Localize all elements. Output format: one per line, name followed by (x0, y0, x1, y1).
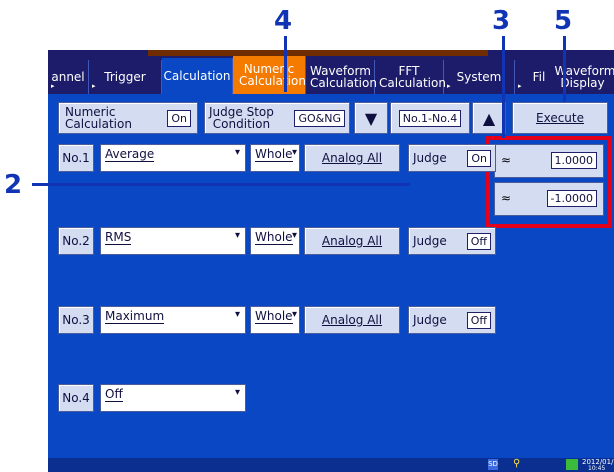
tab-waveform-display[interactable]: Waveform Display (551, 60, 614, 94)
lower-limit-field[interactable]: ≈ -1.0000 (494, 182, 604, 216)
tab-numeric-calculation[interactable]: Numeric Calculation (233, 56, 306, 94)
channel-value: Analog All (321, 234, 383, 248)
row-4-no: No.4 (58, 384, 94, 412)
judge-value: Off (466, 311, 491, 329)
range-display: No.1-No.4 (390, 102, 470, 134)
callout-2: 2 (4, 170, 23, 200)
row-2-no: No.2 (58, 227, 94, 255)
sd-card-icon: SD (488, 459, 498, 470)
upper-limit-value: 1.0000 (550, 152, 597, 169)
tab-channel[interactable]: annel ▸ (48, 60, 89, 94)
row-2-judge-toggle[interactable]: Judge Off (408, 227, 496, 255)
chevron-down-icon: ▾ (291, 147, 297, 158)
instrument-screen: annel ▸ Trigger ▸ Calculation Numeric Calc… (48, 50, 614, 472)
channel-value: Analog All (321, 313, 383, 327)
row-number: No.4 (62, 391, 90, 405)
judge-label: Judge (413, 313, 447, 327)
row-4-calculation-select[interactable]: Off ▾ (100, 384, 246, 412)
judge-value: Off (466, 232, 491, 250)
tab-fft-calculation[interactable]: FFT Calculation (375, 60, 446, 94)
judge-stop-condition-value: GO&NG (294, 109, 345, 127)
row-1-no: No.1 (58, 144, 94, 172)
row-3-no: No.3 (58, 306, 94, 334)
judge-label: Judge (413, 234, 447, 248)
lower-limit-value: -1.0000 (546, 190, 597, 207)
callout-line-2 (32, 183, 410, 186)
tab-bar: annel ▸ Trigger ▸ Calculation Numeric Calc… (48, 50, 614, 94)
calculation-value: Maximum (105, 309, 165, 324)
calculation-value: Average (105, 147, 155, 162)
row-number: No.1 (62, 151, 90, 165)
row-1-calculation-select[interactable]: Average ▾ (100, 144, 246, 172)
row-2-range-select[interactable]: Whole ▾ (250, 227, 300, 255)
chevron-down-icon: ▾ (234, 309, 240, 320)
upper-limit-field[interactable]: ≈ 1.0000 (494, 144, 604, 178)
range-value: Whole (255, 147, 293, 162)
numeric-calculation-label: Numeric Calculation (65, 105, 132, 131)
tab-label: Calculation (163, 69, 231, 83)
row-2-channel-button[interactable]: Analog All (304, 227, 400, 255)
numeric-calculation-value: On (167, 109, 191, 127)
tab-label: System (456, 70, 502, 84)
tab-label: Fil (532, 70, 546, 84)
judge-label: Judge (413, 151, 447, 165)
execute-label: Execute (536, 111, 584, 125)
usb-icon: ⚲ (513, 458, 521, 469)
calculation-value: RMS (105, 230, 132, 245)
range-value: Whole (255, 230, 293, 245)
status-bar: SD ⚲ 2012/01/27 10:45 (48, 458, 614, 472)
tab-calculation[interactable]: Calculation (162, 58, 233, 94)
range-value: Whole (255, 309, 293, 324)
tab-label: annel (51, 70, 85, 84)
tab-label: FFT Calculation (379, 64, 446, 90)
channel-value: Analog All (321, 151, 383, 165)
tab-waveform-calculation[interactable]: Waveform Calculation (306, 60, 377, 94)
execute-button[interactable]: Execute (512, 102, 608, 134)
range-value: No.1-No.4 (398, 109, 462, 127)
judge-stop-condition-label: Judge Stop Condition (209, 105, 274, 131)
triangle-down-icon: ▼ (364, 108, 378, 128)
power-icon (566, 459, 578, 470)
numeric-calculation-toggle[interactable]: Numeric Calculation On (58, 102, 198, 134)
callout-5: 5 (554, 6, 573, 36)
row-3-calculation-select[interactable]: Maximum ▾ (100, 306, 246, 334)
row-3-channel-button[interactable]: Analog All (304, 306, 400, 334)
judge-stop-condition-dropdown[interactable]: Judge Stop Condition GO&NG (204, 102, 350, 134)
tab-label: Numeric Calculation (239, 62, 306, 88)
status-time: 10:45 (588, 465, 606, 472)
lower-limit-icon: ≈ (501, 191, 512, 205)
tab-label: Waveform Calculation (310, 64, 377, 90)
row-1-channel-button[interactable]: Analog All (304, 144, 400, 172)
callout-line-5 (563, 36, 566, 102)
row-number: No.2 (62, 234, 90, 248)
row-1-range-select[interactable]: Whole ▾ (250, 144, 300, 172)
chevron-down-icon: ▾ (234, 147, 240, 158)
judge-value: On (467, 149, 491, 167)
row-3-range-select[interactable]: Whole ▾ (250, 306, 300, 334)
chevron-down-icon: ▾ (291, 309, 297, 320)
chevron-down-icon: ▾ (291, 230, 297, 241)
callout-3: 3 (492, 6, 511, 36)
callout-line-4 (284, 36, 287, 92)
scroll-up-button[interactable]: ▲ (472, 102, 506, 134)
chevron-down-icon: ▾ (234, 387, 240, 398)
triangle-up-icon: ▲ (482, 108, 496, 128)
chevron-down-icon: ▾ (234, 230, 240, 241)
tab-trigger[interactable]: Trigger ▸ (89, 60, 162, 94)
calculation-value: Off (105, 387, 123, 402)
row-number: No.3 (62, 313, 90, 327)
scroll-down-button[interactable]: ▼ (354, 102, 388, 134)
row-1-judge-toggle[interactable]: Judge On (408, 144, 496, 172)
row-3-judge-toggle[interactable]: Judge Off (408, 306, 496, 334)
callout-line-3 (502, 36, 505, 138)
callout-4: 4 (274, 6, 293, 36)
upper-limit-icon: ≈ (501, 153, 512, 167)
row-2-calculation-select[interactable]: RMS ▾ (100, 227, 246, 255)
tab-label: Trigger (104, 70, 146, 84)
tab-strip-accent (148, 50, 488, 56)
